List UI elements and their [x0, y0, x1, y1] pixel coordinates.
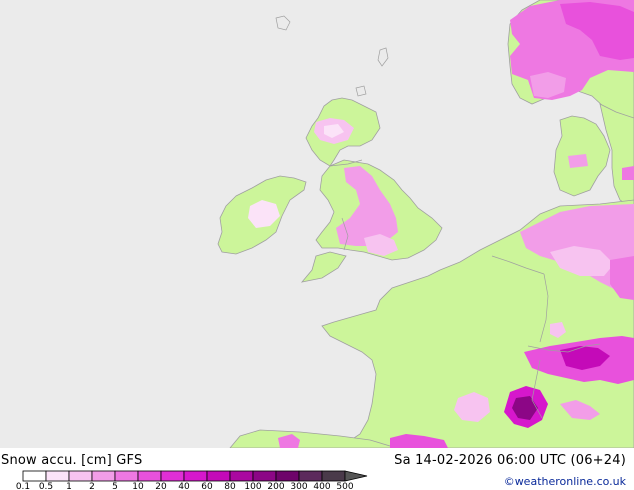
legend-tick-label: 20 [155, 482, 167, 490]
legend-swatch [68, 470, 93, 482]
legend-tick-label: 200 [267, 482, 284, 490]
legend-swatch [22, 470, 47, 482]
legend-swatch [321, 470, 346, 482]
legend-tick-label: 60 [201, 482, 213, 490]
legend-swatch [183, 470, 208, 482]
legend-swatch [160, 470, 185, 482]
legend-swatch [137, 470, 162, 482]
legend-swatch [45, 470, 70, 482]
legend-swatch [252, 470, 277, 482]
legend-tick-label: 0.5 [39, 482, 53, 490]
legend-tick-label: 80 [224, 482, 236, 490]
snow-sweden-spot [622, 166, 634, 180]
legend-tick-label: 1 [66, 482, 72, 490]
legend-swatch [229, 470, 254, 482]
legend-tick-label: 5 [112, 482, 118, 490]
legend-swatch [298, 470, 323, 482]
legend-swatch [91, 470, 116, 482]
forecast-time: Sa 14-02-2026 06:00 UTC (06+24) [394, 453, 626, 468]
map-title: Snow accu. [cm] GFS [1, 453, 143, 468]
snow-denmark-spot [568, 154, 588, 168]
legend-swatch [275, 470, 300, 482]
legend-tick-label: 300 [290, 482, 307, 490]
legend-tick-label: 2 [89, 482, 95, 490]
legend-scale: 0.1 0.5 1 2 5 10 20 40 60 80 100 200 300 400 500 [16, 470, 368, 490]
snow-accumulation-map [0, 0, 634, 448]
legend-tick-label: 400 [313, 482, 330, 490]
legend-swatch [206, 470, 231, 482]
legend-tick-label: 0.1 [16, 482, 30, 490]
legend-tick-label: 500 [336, 482, 353, 490]
legend-tick-label: 100 [244, 482, 261, 490]
legend-tick-label: 10 [132, 482, 144, 490]
orkney-islands [355, 85, 367, 97]
legend-overflow-arrow [344, 470, 368, 482]
legend-swatch [114, 470, 139, 482]
legend-tick-label: 40 [178, 482, 190, 490]
weatheronline-credit[interactable]: ©weatheronline.co.uk [504, 475, 626, 488]
map-footer: Snow accu. [cm] GFS Sa 14-02-2026 06:00 … [0, 448, 634, 490]
